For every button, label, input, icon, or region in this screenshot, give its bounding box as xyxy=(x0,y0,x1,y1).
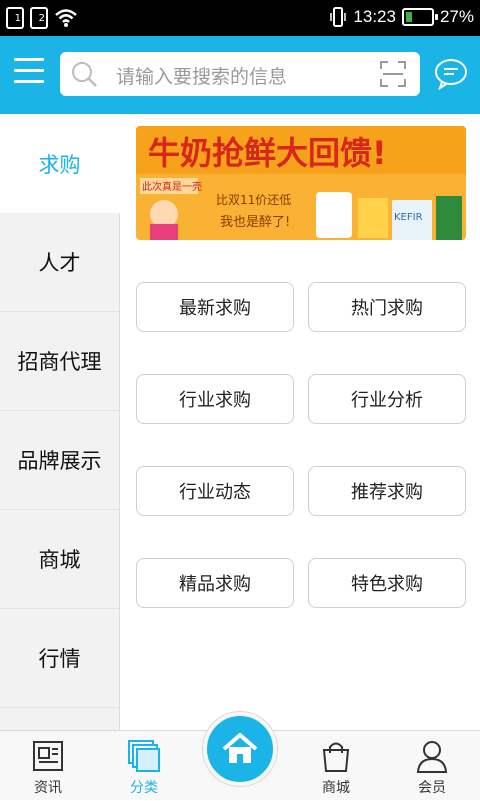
menu-line xyxy=(14,58,44,61)
btn-premium[interactable]: 精品求购 xyxy=(136,558,294,608)
banner-badge: 此次真是一壳 xyxy=(142,180,202,193)
sim2-label: 2 xyxy=(38,13,45,24)
sidebar-item-zhaoshang[interactable]: 招商代理 xyxy=(0,312,119,411)
sidebar-item-hangqing[interactable]: 行情 xyxy=(0,609,119,708)
category-icon xyxy=(128,740,160,772)
tab-category-label: 分类 xyxy=(130,780,158,796)
btn-featured[interactable]: 特色求购 xyxy=(308,558,466,608)
search-bar[interactable]: 请输入要搜索的信息 xyxy=(60,52,420,96)
tab-member[interactable]: 会员 xyxy=(384,731,480,801)
tab-mall-label: 商城 xyxy=(322,780,350,796)
person-icon xyxy=(416,741,448,773)
battery-icon xyxy=(401,8,438,26)
sim2-icon: 2 xyxy=(30,7,48,29)
clock: 13:23 xyxy=(353,7,396,26)
banner-headline: 牛奶抢鲜大回馈! xyxy=(148,134,387,172)
sidebar-item-rencai[interactable]: 人才 xyxy=(0,213,119,312)
sim1-label: 1 xyxy=(14,13,21,24)
banner-sub2: 我也是醉了! xyxy=(220,214,290,230)
tab-member-label: 会员 xyxy=(418,780,446,796)
btn-recommended[interactable]: 推荐求购 xyxy=(308,466,466,516)
btn-industry-analysis[interactable]: 行业分析 xyxy=(308,374,466,424)
status-right: 13:23 27% xyxy=(329,6,474,28)
sidebar-item-qiugou[interactable]: 求购 xyxy=(0,114,120,213)
sidebar-item-shangcheng[interactable]: 商城 xyxy=(0,510,119,609)
search-input[interactable]: 请输入要搜索的信息 xyxy=(116,62,287,89)
battery-percent: 27% xyxy=(439,7,474,26)
btn-industry-buy[interactable]: 行业求购 xyxy=(136,374,294,424)
banner-product: KEFIR xyxy=(394,212,423,223)
banner-sub1: 比双11价还低 xyxy=(216,193,291,207)
tab-news[interactable]: 资讯 xyxy=(0,731,96,801)
wifi-icon xyxy=(55,9,77,27)
tab-news-label: 资讯 xyxy=(34,780,62,796)
banner-image: 牛奶抢鲜大回馈! 此次真是一壳 比双11价还低 我也是醉了! KEFIR xyxy=(136,126,466,240)
scan-icon[interactable] xyxy=(380,61,406,87)
btn-latest[interactable]: 最新求购 xyxy=(136,282,294,332)
sim1-icon: 1 xyxy=(6,7,24,29)
message-icon[interactable] xyxy=(434,58,468,90)
status-bar: 1 2 13:23 27% xyxy=(0,0,480,36)
search-icon xyxy=(72,62,97,87)
home-button[interactable] xyxy=(203,712,277,786)
tab-mall[interactable]: 商城 xyxy=(288,731,384,801)
btn-industry-news[interactable]: 行业动态 xyxy=(136,466,294,516)
battery-level xyxy=(405,12,413,22)
menu-line xyxy=(14,80,44,83)
category-sidebar: 求购 人才 招商代理 品牌展示 商城 行情 xyxy=(0,114,120,730)
home-icon xyxy=(222,733,258,763)
sidebar-item-pinpai[interactable]: 品牌展示 xyxy=(0,411,119,510)
tab-category[interactable]: 分类 xyxy=(96,731,192,801)
menu-button[interactable] xyxy=(14,58,44,84)
app-bar: 请输入要搜索的信息 xyxy=(0,36,480,114)
newspaper-icon xyxy=(33,741,63,771)
vibrate-icon xyxy=(330,7,347,27)
status-left: 1 2 xyxy=(6,7,78,29)
menu-line xyxy=(14,69,44,72)
shopping-bag-icon xyxy=(322,742,350,772)
btn-hot[interactable]: 热门求购 xyxy=(308,282,466,332)
promo-banner[interactable]: 牛奶抢鲜大回馈! 此次真是一壳 比双11价还低 我也是醉了! KEFIR xyxy=(136,126,466,240)
